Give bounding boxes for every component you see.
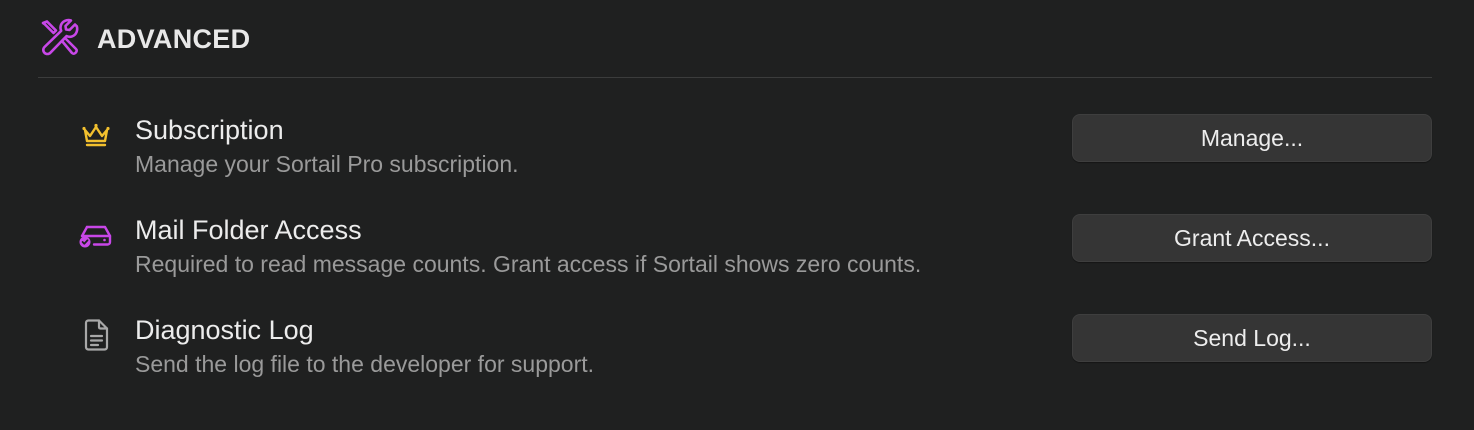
section-title: ADVANCED xyxy=(97,23,251,54)
section-divider xyxy=(38,77,1432,78)
document-icon xyxy=(74,313,118,357)
section-header: ADVANCED xyxy=(38,14,250,64)
mail-folder-access-description: Required to read message counts. Grant a… xyxy=(135,251,922,277)
mail-folder-access-row: Mail Folder Access Required to read mess… xyxy=(0,213,1474,293)
crown-icon xyxy=(74,113,118,157)
grant-access-button[interactable]: Grant Access... xyxy=(1072,214,1432,262)
tools-icon xyxy=(38,17,82,61)
diagnostic-log-description: Send the log file to the developer for s… xyxy=(135,351,595,377)
subscription-description: Manage your Sortail Pro subscription. xyxy=(135,151,519,177)
advanced-settings-panel: ADVANCED Subscription Manage your Sortai… xyxy=(0,0,1474,430)
subscription-title: Subscription xyxy=(135,115,284,145)
send-log-button[interactable]: Send Log... xyxy=(1072,314,1432,362)
manage-subscription-button[interactable]: Manage... xyxy=(1072,114,1432,162)
subscription-row: Subscription Manage your Sortail Pro sub… xyxy=(0,113,1474,193)
diagnostic-log-row: Diagnostic Log Send the log file to the … xyxy=(0,313,1474,393)
drive-check-icon xyxy=(74,213,118,257)
diagnostic-log-title: Diagnostic Log xyxy=(135,315,314,345)
mail-folder-access-title: Mail Folder Access xyxy=(135,215,362,245)
